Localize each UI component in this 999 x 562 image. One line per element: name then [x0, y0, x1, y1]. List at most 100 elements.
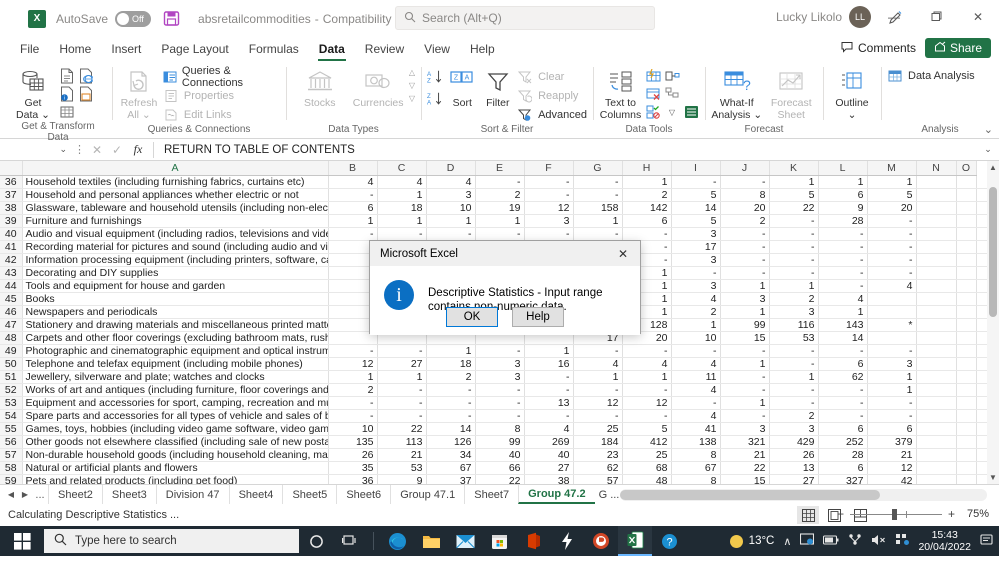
- grid-cell-a[interactable]: Works of art and antiques (including fur…: [22, 383, 329, 397]
- column-header-N[interactable]: N: [916, 161, 957, 176]
- zoom-in-button[interactable]: +: [948, 507, 955, 521]
- grid-cell[interactable]: -: [328, 344, 378, 358]
- grid-cell[interactable]: 41: [671, 422, 721, 436]
- ribbon-tab-formulas[interactable]: Formulas: [239, 40, 309, 58]
- grid-cell[interactable]: 22: [769, 201, 819, 215]
- action-center-icon[interactable]: [895, 533, 910, 549]
- grid-cell[interactable]: -: [769, 227, 819, 241]
- grid-cell[interactable]: -: [720, 266, 770, 280]
- grid-cell[interactable]: -: [524, 409, 574, 423]
- grid-cell[interactable]: 67: [671, 461, 721, 475]
- grid-cell[interactable]: 1: [769, 175, 819, 189]
- grid-cell[interactable]: 21: [377, 448, 427, 462]
- sheet-tab-sheet4[interactable]: Sheet4: [228, 485, 283, 504]
- ribbon-tab-data[interactable]: Data: [309, 40, 355, 61]
- sort-descending-icon[interactable]: ZA: [427, 91, 443, 107]
- grid-cell[interactable]: 18: [426, 357, 476, 371]
- row-header[interactable]: 38: [0, 201, 23, 215]
- network-icon[interactable]: [848, 533, 862, 549]
- column-header-B[interactable]: B: [328, 161, 378, 176]
- grid-cell[interactable]: 4: [622, 357, 672, 371]
- remove-duplicates-icon[interactable]: [645, 86, 661, 102]
- cortana-icon[interactable]: [299, 526, 333, 556]
- grid-cell[interactable]: -: [377, 344, 427, 358]
- grid-cell[interactable]: 429: [769, 435, 819, 449]
- grid-cell[interactable]: 23: [573, 448, 623, 462]
- dialog-ok-button[interactable]: OK: [446, 307, 498, 327]
- grid-cell[interactable]: -: [769, 344, 819, 358]
- row-header[interactable]: 58: [0, 461, 23, 475]
- row-header[interactable]: 56: [0, 435, 23, 449]
- grid-cell[interactable]: 14: [818, 331, 868, 345]
- grid-cell[interactable]: 20: [867, 201, 917, 215]
- zoom-level-label[interactable]: 75%: [961, 508, 989, 520]
- grid-cell[interactable]: -: [867, 266, 917, 280]
- clear-filter-button[interactable]: Clear: [517, 68, 587, 85]
- flash-icon[interactable]: [550, 526, 584, 556]
- grid-cell[interactable]: -: [622, 409, 672, 423]
- scroll-down-arrow-icon[interactable]: ▼: [987, 473, 999, 482]
- grid-cell[interactable]: [916, 396, 957, 410]
- grid-cell[interactable]: -: [426, 409, 476, 423]
- grid-cell[interactable]: [916, 448, 957, 462]
- grid-row[interactable]: 38 Glassware, tableware and household ute…: [0, 201, 999, 215]
- grid-cell-a[interactable]: Glassware, tableware and household utens…: [22, 201, 329, 215]
- grid-cell[interactable]: 48: [622, 474, 672, 484]
- reapply-filter-button[interactable]: Reapply: [517, 87, 587, 104]
- select-all-corner[interactable]: [0, 161, 23, 176]
- grid-row[interactable]: 36 Household textiles (including furnishi…: [0, 175, 999, 189]
- grid-cell[interactable]: 1: [475, 214, 525, 228]
- grid-cell[interactable]: [956, 448, 977, 462]
- grid-cell[interactable]: -: [475, 175, 525, 189]
- grid-cell-a[interactable]: Carpets and other floor coverings (exclu…: [22, 331, 329, 345]
- grid-cell[interactable]: [956, 409, 977, 423]
- grid-row[interactable]: 54 Spare parts and accessories for all ty…: [0, 409, 999, 423]
- row-header[interactable]: 59: [0, 474, 23, 484]
- grid-cell[interactable]: [916, 240, 957, 254]
- column-header-H[interactable]: H: [622, 161, 672, 176]
- grid-cell[interactable]: 27: [769, 474, 819, 484]
- zoom-slider[interactable]: [849, 508, 942, 520]
- grid-cell-a[interactable]: Telephone and telefax equipment (includi…: [22, 357, 329, 371]
- grid-cell[interactable]: [956, 266, 977, 280]
- from-web-icon[interactable]: [78, 68, 94, 84]
- grid-cell[interactable]: 3: [524, 214, 574, 228]
- grid-cell[interactable]: [956, 461, 977, 475]
- row-header[interactable]: 50: [0, 357, 23, 371]
- weather-widget[interactable]: 13°C: [729, 534, 774, 548]
- grid-cell[interactable]: 142: [622, 201, 672, 215]
- grid-cell[interactable]: 3: [769, 422, 819, 436]
- grid-cell[interactable]: [916, 435, 957, 449]
- grid-cell-a[interactable]: Photographic and cinematographic equipme…: [22, 344, 329, 358]
- grid-cell[interactable]: -: [475, 396, 525, 410]
- grid-cell[interactable]: 3: [769, 305, 819, 319]
- refresh-all-button[interactable]: Refresh All ⌄: [118, 65, 160, 121]
- grid-row[interactable]: 52 Works of art and antiques (including f…: [0, 383, 999, 397]
- column-header-I[interactable]: I: [671, 161, 721, 176]
- grid-cell[interactable]: [916, 370, 957, 384]
- grid-cell[interactable]: -: [524, 383, 574, 397]
- row-header[interactable]: 53: [0, 396, 23, 410]
- outline-button[interactable]: Outline ⌄: [829, 65, 875, 121]
- grid-row[interactable]: 50 Telephone and telefax equipment (inclu…: [0, 357, 999, 371]
- grid-cell[interactable]: 252: [818, 435, 868, 449]
- row-header[interactable]: 57: [0, 448, 23, 462]
- grid-cell[interactable]: 3: [671, 227, 721, 241]
- ribbon-tab-review[interactable]: Review: [355, 40, 414, 58]
- grid-cell[interactable]: -: [573, 409, 623, 423]
- grid-cell[interactable]: 17: [671, 240, 721, 254]
- data-types-scroll-up-icon[interactable]: △: [409, 68, 415, 77]
- grid-cell[interactable]: 53: [377, 461, 427, 475]
- grid-cell[interactable]: -: [720, 383, 770, 397]
- grid-cell[interactable]: 22: [475, 474, 525, 484]
- grid-cell[interactable]: 1: [377, 214, 427, 228]
- grid-cell[interactable]: 5: [671, 214, 721, 228]
- grid-cell-a[interactable]: Jewellery, silverware and plate; watches…: [22, 370, 329, 384]
- grid-cell[interactable]: [916, 175, 957, 189]
- currencies-button[interactable]: Currencies: [350, 65, 405, 109]
- grid-cell[interactable]: 10: [426, 201, 476, 215]
- row-header[interactable]: 52: [0, 383, 23, 397]
- grid-cell[interactable]: 6: [818, 422, 868, 436]
- grid-cell[interactable]: 2: [328, 383, 378, 397]
- row-header[interactable]: 48: [0, 331, 23, 345]
